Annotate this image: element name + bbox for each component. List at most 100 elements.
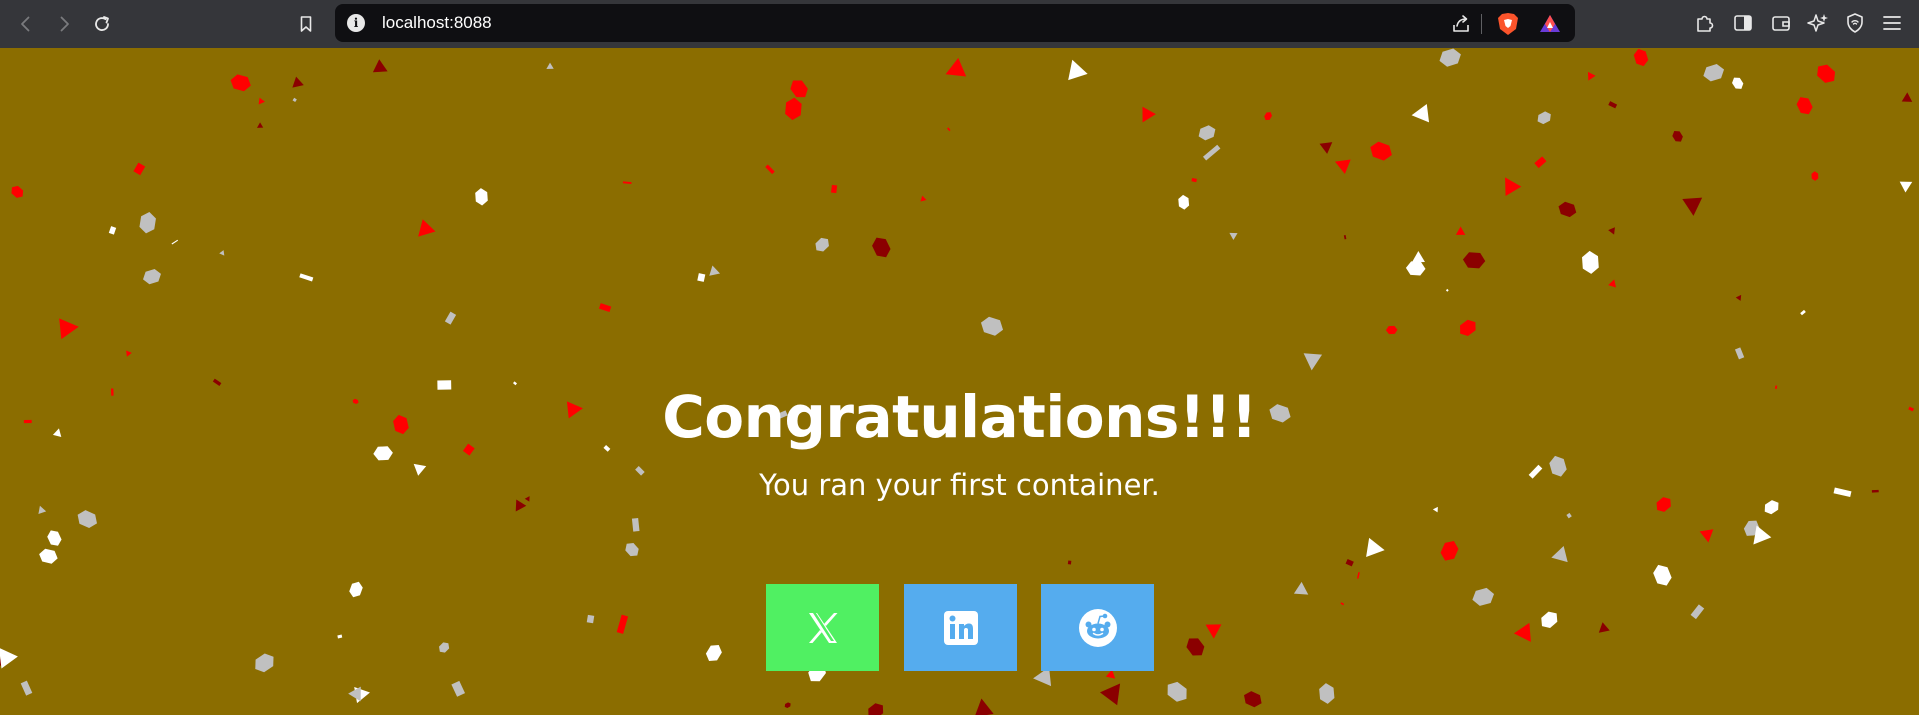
confetti-piece [947,127,951,132]
confetti-piece [1703,64,1725,82]
confetti-piece [230,74,251,92]
brave-shields-icon[interactable] [1497,12,1519,36]
share-linkedin-button[interactable] [904,584,1017,671]
confetti-piece [1439,48,1461,67]
confetti-piece [920,195,927,202]
confetti-piece [139,212,156,234]
confetti-piece [1167,681,1187,702]
reload-button[interactable] [88,10,116,38]
vpn-button[interactable] [1843,11,1867,35]
brave-rewards-icon[interactable] [1539,13,1561,35]
confetti-piece [1598,622,1610,633]
sidebar-button[interactable] [1731,11,1755,35]
confetti-piece [1445,288,1449,292]
confetti-piece [697,273,706,282]
confetti-piece [1440,541,1459,561]
confetti-piece [38,505,47,515]
confetti-piece [1244,691,1262,708]
confetti-piece [1537,111,1551,125]
confetti-piece [219,250,225,256]
confetti-piece [785,97,802,121]
confetti-piece [1343,235,1347,240]
confetti-piece [705,644,722,662]
confetti-piece [1202,144,1221,161]
confetti-piece [765,164,775,175]
reload-icon [95,16,109,31]
arrow-right-icon [60,16,69,32]
confetti-piece [1366,537,1385,557]
confetti-piece [143,269,161,285]
reddit-logo-icon [1078,608,1117,647]
confetti-piece [1340,602,1345,606]
confetti-piece [39,548,58,564]
info-icon[interactable]: i [347,14,365,32]
confetti-piece [1459,319,1476,337]
extensions-button[interactable] [1693,11,1717,35]
back-button[interactable] [12,10,40,38]
confetti-piece [292,76,304,88]
confetti-piece [11,185,24,198]
share-x-button[interactable] [766,584,879,671]
confetti-piece [1319,683,1335,704]
confetti-piece [126,350,132,357]
share-reddit-button[interactable] [1041,584,1154,671]
confetti-piece [1264,112,1273,121]
confetti-piece [546,62,554,69]
confetti-piece [1817,64,1836,83]
confetti-piece [1734,347,1745,360]
share-icon[interactable] [1450,13,1472,35]
confetti-piece [784,702,791,709]
confetti-piece [0,647,18,669]
confetti-piece [59,318,79,340]
confetti-piece [349,581,363,598]
confetti-piece [980,316,1004,336]
confetti-piece [586,614,595,624]
confetti-piece [1462,252,1486,269]
main-menu-button[interactable] [1880,11,1904,35]
leo-button[interactable] [1806,11,1830,35]
confetti-piece [418,219,436,237]
confetti-piece [1608,227,1615,235]
sparkle-icon [1807,14,1828,32]
confetti-piece [1796,97,1813,115]
confetti-piece [1541,611,1558,629]
confetti-piece [1505,177,1522,197]
confetti-piece [1293,581,1309,595]
confetti-piece [1205,624,1222,639]
url-text[interactable]: localhost:8088 [382,13,492,33]
confetti-piece [622,181,632,184]
confetti-piece [1534,156,1547,169]
page-title: Congratulations!!! [662,383,1257,451]
puzzle-icon [1697,15,1714,32]
confetti-piece [372,59,388,73]
confetti-piece [1811,171,1819,181]
confetti-piece [20,680,33,696]
wallet-icon [1772,16,1790,31]
confetti-piece [171,239,179,245]
confetti-piece [1587,71,1596,81]
confetti-piece [1582,250,1599,274]
confetti-piece [1178,194,1190,210]
confetti-piece [1303,353,1323,371]
bookmark-button[interactable] [292,10,320,38]
bookmark-icon [300,16,312,32]
confetti-piece [1142,106,1156,123]
vpn-shield-icon [1847,13,1863,33]
page-content: Congratulations!!! You ran your first co… [0,48,1919,715]
confetti-piece [299,273,314,282]
confetti-piece [709,265,721,276]
confetti-piece [598,303,612,313]
forward-button[interactable] [50,10,78,38]
confetti-piece [1229,232,1238,240]
confetti-piece [1551,546,1568,563]
confetti-piece [872,237,891,258]
confetti-piece [790,80,808,98]
wallet-button[interactable] [1769,11,1793,35]
confetti-piece [1633,48,1649,67]
x-logo-icon [808,612,837,643]
confetti-piece [1672,130,1683,142]
confetti-piece [1690,604,1705,620]
confetti-piece [255,653,274,673]
confetti-piece [439,642,450,653]
address-bar[interactable]: i localhost:8088 [335,4,1575,42]
